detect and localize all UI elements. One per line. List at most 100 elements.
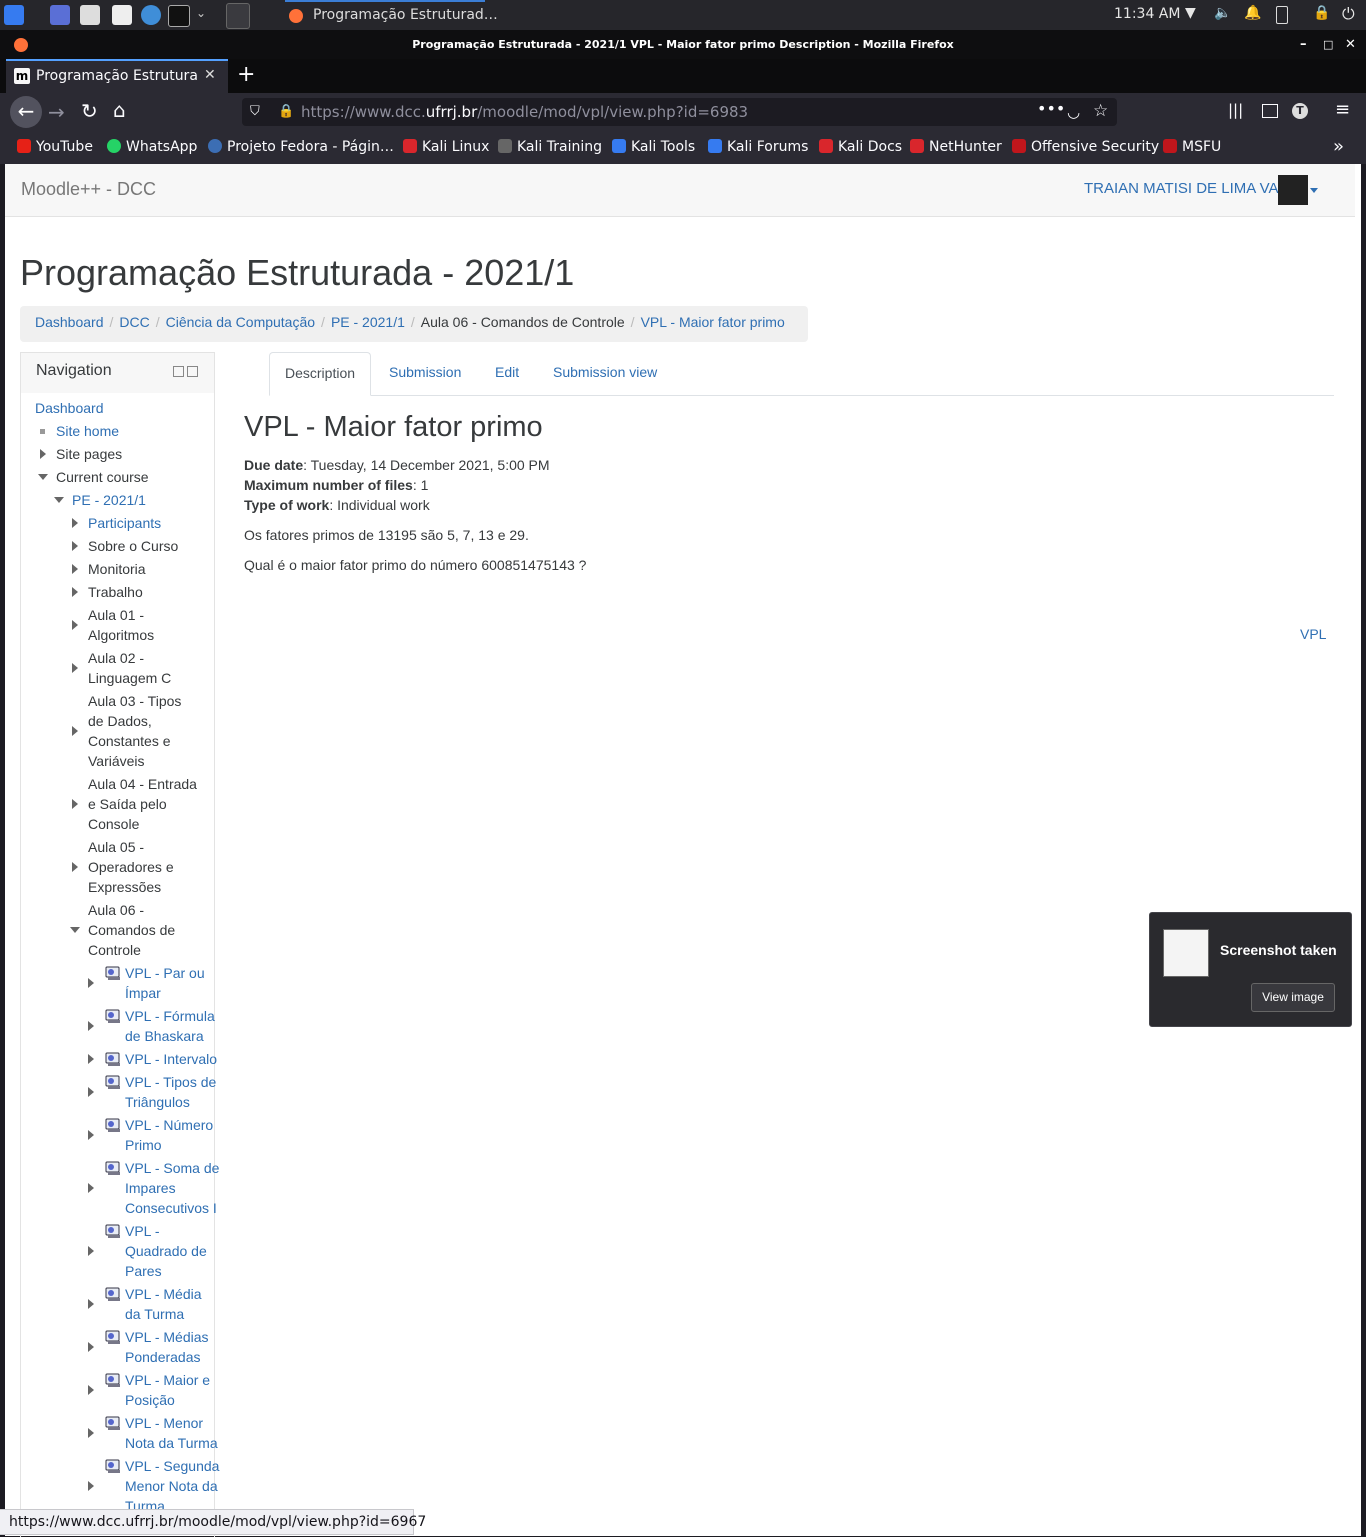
nav-section[interactable]: Trabalho [88, 582, 143, 602]
power-icon[interactable]: ⏻ [1342, 4, 1355, 24]
bookmark-kali-forums[interactable]: Kali Forums [708, 131, 808, 164]
bookmark-kali-training[interactable]: Kali Training [498, 131, 602, 164]
nav-section[interactable]: Aula 04 - Entrada e Saída pelo Console [88, 774, 197, 834]
bookmark-msfu[interactable]: MSFU [1163, 131, 1221, 164]
kali-menu-icon[interactable] [4, 5, 24, 25]
nav-activity-vpl[interactable]: VPL - Menor Nota da Turma [125, 1413, 218, 1453]
taskbar-active-window[interactable]: Programação Estruturad… [285, 0, 498, 30]
bookmark-youtube[interactable]: YouTube [17, 131, 93, 164]
account-icon[interactable]: T [1292, 103, 1308, 119]
minimize-icon[interactable]: – [1300, 30, 1307, 59]
nav-activity-vpl[interactable]: VPL - Segunda Menor Nota da Turma [125, 1456, 219, 1516]
volume-icon[interactable]: 🔈 [1214, 5, 1231, 21]
collapse-arrow-icon[interactable] [38, 474, 48, 480]
notification-bell-icon[interactable]: 🔔 [1244, 5, 1261, 21]
tracking-shield-icon[interactable]: ⛉ [250, 98, 260, 126]
nav-dashboard[interactable]: Dashboard [35, 398, 104, 418]
nav-activity-vpl[interactable]: VPL - Médias Ponderadas [125, 1327, 209, 1367]
expand-arrow-icon[interactable] [88, 1183, 94, 1193]
expand-arrow-icon[interactable] [88, 1246, 94, 1256]
nav-section[interactable]: Aula 03 - Tipos de Dados, Constantes e Vari… [88, 691, 181, 771]
breadcrumb-dashboard[interactable]: Dashboard [35, 314, 104, 330]
nav-activity-vpl[interactable]: VPL - Intervalo [125, 1049, 217, 1069]
terminal-icon[interactable] [168, 5, 190, 27]
site-brand[interactable]: Moodle++ - DCC [21, 179, 156, 200]
file-manager-icon[interactable] [80, 5, 100, 25]
bookmark-nethunter[interactable]: NetHunter [910, 131, 1002, 164]
nav-activity-vpl[interactable]: VPL - Fórmula de Bhaskara [125, 1006, 215, 1046]
tab-close-icon[interactable]: ✕ [204, 67, 216, 83]
lock-icon[interactable]: 🔒 [1313, 5, 1330, 21]
padlock-icon[interactable]: 🔒 [278, 98, 294, 126]
tab-edit[interactable]: Edit [480, 352, 534, 394]
breadcrumb-section[interactable]: Aula 06 - Comandos de Controle [421, 314, 625, 330]
expand-arrow-icon[interactable] [72, 564, 78, 574]
clock[interactable]: 11:34 AM [1114, 6, 1180, 22]
nav-section[interactable]: Monitoria [88, 559, 146, 579]
nav-section[interactable]: Aula 06 - Comandos de Controle [88, 900, 175, 960]
nav-activity-vpl[interactable]: VPL - Maior e Posição [125, 1370, 210, 1410]
nav-course[interactable]: PE - 2021/1 [72, 490, 146, 510]
expand-arrow-icon[interactable] [72, 726, 78, 736]
workspace-icon[interactable] [50, 5, 70, 25]
user-menu-name[interactable]: TRAIAN MATISI DE LIMA VAZ [1084, 180, 1288, 197]
url-text[interactable]: https://www.dcc.ufrrj.br/moodle/mod/vpl/… [301, 98, 748, 126]
collapse-arrow-icon[interactable] [54, 497, 64, 503]
battery-icon[interactable] [1276, 6, 1288, 24]
expand-arrow-icon[interactable] [88, 1087, 94, 1097]
breadcrumb-dcc[interactable]: DCC [119, 314, 149, 330]
text-editor-icon[interactable] [112, 5, 132, 25]
web-browser-icon[interactable] [141, 5, 161, 25]
nav-participants[interactable]: Participants [88, 513, 161, 533]
library-icon[interactable]: ||| [1228, 101, 1243, 119]
expand-arrow-icon[interactable] [72, 620, 78, 630]
nav-current-course[interactable]: Current course [56, 467, 149, 487]
expand-arrow-icon[interactable] [88, 1021, 94, 1031]
breadcrumb-activity[interactable]: VPL - Maior fator primo [641, 314, 785, 330]
chevron-down-icon[interactable]: ⌄ [196, 6, 206, 20]
expand-arrow-icon[interactable] [88, 1385, 94, 1395]
bookmark-offensive-security[interactable]: Offensive Security [1012, 131, 1159, 164]
url-bar[interactable]: ⛉ 🔒 https://www.dcc.ufrrj.br/moodle/mod/… [242, 98, 1117, 126]
user-menu-caret-icon[interactable] [1310, 188, 1318, 193]
bookmark-kali-docs[interactable]: Kali Docs [819, 131, 902, 164]
expand-arrow-icon[interactable] [72, 799, 78, 809]
view-image-button[interactable]: View image [1251, 983, 1335, 1012]
user-avatar[interactable] [1278, 175, 1308, 205]
bookmark-fedora[interactable]: Projeto Fedora - Págin… [208, 131, 394, 164]
collapse-block-icon[interactable] [173, 366, 184, 377]
expand-arrow-icon[interactable] [40, 449, 46, 459]
expand-arrow-icon[interactable] [88, 1130, 94, 1140]
expand-arrow-icon[interactable] [88, 1299, 94, 1309]
nav-section[interactable]: Sobre o Curso [88, 536, 178, 556]
bookmark-kali-linux[interactable]: Kali Linux [403, 131, 489, 164]
tab-description[interactable]: Description [269, 352, 372, 396]
expand-arrow-icon[interactable] [88, 1428, 94, 1438]
bookmarks-overflow-icon[interactable]: » [1333, 136, 1344, 157]
nav-site-home[interactable]: Site home [56, 421, 119, 441]
expand-arrow-icon[interactable] [88, 1342, 94, 1352]
nav-activity-vpl[interactable]: VPL - Tipos de Triângulos [125, 1072, 216, 1112]
expand-arrow-icon[interactable] [88, 978, 94, 988]
nav-activity-vpl[interactable]: VPL - Quadrado de Pares [125, 1221, 207, 1281]
home-icon[interactable]: ⌂ [113, 98, 126, 122]
breadcrumb-category[interactable]: Ciência da Computação [166, 314, 315, 330]
nav-section[interactable]: Aula 02 - Linguagem C [88, 648, 171, 688]
sidebar-icon[interactable] [1262, 104, 1278, 118]
expand-arrow-icon[interactable] [72, 518, 78, 528]
dock-block-icon[interactable] [187, 366, 198, 377]
browser-tab-active[interactable]: m Programação Estruturada ✕ [6, 59, 228, 93]
bookmark-star-icon[interactable]: ☆ [1093, 97, 1108, 125]
firefox-launcher-icon[interactable] [226, 3, 250, 29]
back-arrow-icon[interactable]: ← [10, 96, 42, 128]
nav-section[interactable]: Aula 01 - Algoritmos [88, 605, 154, 645]
nav-site-pages[interactable]: Site pages [56, 444, 122, 464]
new-tab-icon[interactable]: + [237, 62, 255, 87]
page-actions-icon[interactable]: ••• [1037, 95, 1065, 123]
nav-activity-vpl[interactable]: VPL - Soma de Impares Consecutivos I [125, 1158, 219, 1218]
wifi-icon[interactable]: ▼ [1185, 5, 1196, 21]
nav-activity-vpl[interactable]: VPL - Número Primo [125, 1115, 213, 1155]
nav-activity-vpl[interactable]: VPL - Média da Turma [125, 1284, 202, 1324]
reload-icon[interactable]: ↻ [81, 99, 98, 123]
expand-arrow-icon[interactable] [72, 541, 78, 551]
